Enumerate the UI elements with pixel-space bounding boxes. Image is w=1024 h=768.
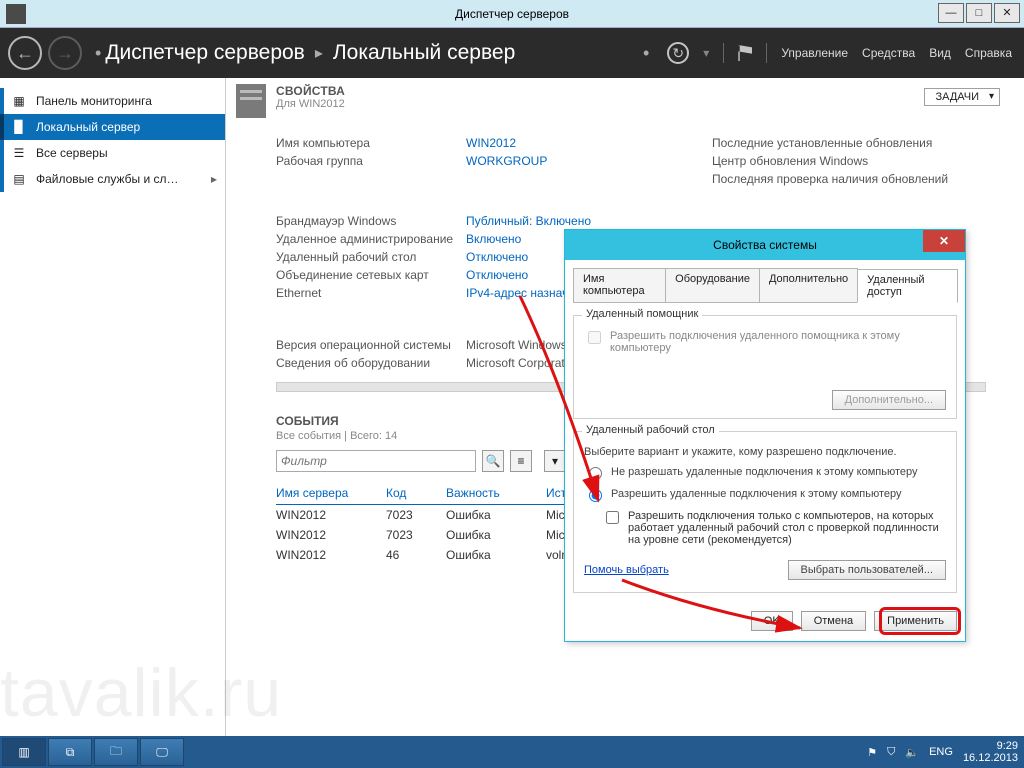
tab-computer-name[interactable]: Имя компьютера xyxy=(573,268,666,302)
breadcrumb-root[interactable]: Диспетчер серверов xyxy=(105,41,305,65)
col-server[interactable]: Имя сервера xyxy=(276,486,386,500)
taskbar-server-manager[interactable]: ▥ xyxy=(2,738,46,766)
dashboard-icon: ▦ xyxy=(12,94,26,108)
sidebar: ▦ Панель мониторинга ▉ Локальный сервер ☰ В… xyxy=(0,78,226,736)
sidebar-item-local-server[interactable]: ▉ Локальный сервер xyxy=(0,114,225,140)
window-titlebar: Диспетчер серверов — □ ✕ xyxy=(0,0,1024,28)
label-ethernet: Ethernet xyxy=(276,286,466,300)
group-remote-desktop: Удаленный рабочий стол Выберите вариант … xyxy=(573,431,957,593)
taskbar-powershell[interactable]: ⧉ xyxy=(48,738,92,766)
radio-rd-deny[interactable]: Не разрешать удаленные подключения к это… xyxy=(584,466,946,480)
label-remote-admin: Удаленное администрирование xyxy=(276,232,466,246)
props-heading: СВОЙСТВА xyxy=(276,84,345,98)
help-choose-link[interactable]: Помочь выбрать xyxy=(584,564,669,576)
tray-flag-icon[interactable]: ⚑ xyxy=(867,746,877,759)
menu-view[interactable]: Вид xyxy=(929,46,951,60)
label-os-version: Версия операционной системы xyxy=(276,338,466,352)
col-code[interactable]: Код xyxy=(386,486,446,500)
filter-search-button[interactable]: 🔍 xyxy=(482,450,504,472)
label-last-updates: Последние установленные обновления xyxy=(712,136,1022,150)
tab-hardware[interactable]: Оборудование xyxy=(665,268,760,302)
taskbar-explorer[interactable]: 🗀 xyxy=(94,738,138,766)
sidebar-item-label: Файловые службы и сл… xyxy=(36,172,179,186)
dialog-close-button[interactable]: ✕ xyxy=(923,230,965,252)
refresh-button[interactable]: ↻ xyxy=(667,42,689,64)
tray-clock[interactable]: 9:29 16.12.2013 xyxy=(963,740,1018,764)
link-computer-name[interactable]: WIN2012 xyxy=(466,136,686,150)
sidebar-item-all-servers[interactable]: ☰ Все серверы xyxy=(0,140,225,166)
menu-help[interactable]: Справка xyxy=(965,46,1012,60)
remote-assistance-advanced-button: Дополнительно... xyxy=(832,390,946,410)
checkbox-nla[interactable]: Разрешить подключения только с компьютер… xyxy=(602,510,946,546)
dialog-title: Свойства системы ✕ xyxy=(565,230,965,260)
close-button[interactable]: ✕ xyxy=(994,3,1020,23)
label-workgroup: Рабочая группа xyxy=(276,154,466,168)
radio-rd-allow[interactable]: Разрешить удаленные подключения к этому … xyxy=(584,488,946,502)
label-remote-desktop: Удаленный рабочий стол xyxy=(276,250,466,264)
app-icon xyxy=(6,4,26,24)
dialog-cancel-button[interactable]: Отмена xyxy=(801,611,866,631)
sidebar-item-label: Локальный сервер xyxy=(36,120,140,134)
flag-icon[interactable] xyxy=(738,45,752,61)
taskbar-app[interactable]: 🖵 xyxy=(140,738,184,766)
minimize-button[interactable]: — xyxy=(938,3,964,23)
system-properties-dialog: Свойства системы ✕ Имя компьютера Оборуд… xyxy=(564,229,966,642)
back-button[interactable]: ← xyxy=(8,36,42,70)
tray-sound-icon[interactable]: 🔈 xyxy=(905,746,919,759)
label-hw-info: Сведения об оборудовании xyxy=(276,356,466,370)
taskbar: ▥ ⧉ 🗀 🖵 ⚑ ⛉ 🔈 ENG 9:29 16.12.2013 xyxy=(0,736,1024,768)
server-icon: ▉ xyxy=(12,120,26,134)
select-users-button[interactable]: Выбрать пользователей... xyxy=(788,560,947,580)
sidebar-item-label: Панель мониторинга xyxy=(36,94,152,108)
window-title: Диспетчер серверов xyxy=(455,7,569,21)
sidebar-item-dashboard[interactable]: ▦ Панель мониторинга xyxy=(0,88,225,114)
servers-icon: ☰ xyxy=(12,146,26,160)
server-tile-icon xyxy=(236,84,266,118)
dialog-ok-button[interactable]: OK xyxy=(751,611,793,631)
sidebar-item-label: Все серверы xyxy=(36,146,108,160)
sidebar-item-file-services[interactable]: ▤Файловые службы и сл…▸ xyxy=(0,166,225,192)
checkbox-remote-assistance[interactable]: Разрешить подключения удаленного помощни… xyxy=(584,330,946,354)
col-severity[interactable]: Важность xyxy=(446,486,546,500)
breadcrumb-local[interactable]: Локальный сервер xyxy=(333,41,515,65)
tab-advanced[interactable]: Дополнительно xyxy=(759,268,858,302)
label-nic-teaming: Объединение сетевых карт xyxy=(276,268,466,282)
link-workgroup[interactable]: WORKGROUP xyxy=(466,154,686,168)
props-subtitle: Для WIN2012 xyxy=(276,98,345,110)
menu-tools[interactable]: Средства xyxy=(862,46,915,60)
group-caption: Удаленный помощник xyxy=(582,308,702,320)
menu-manage[interactable]: Управление xyxy=(781,46,848,60)
group-caption: Удаленный рабочий стол xyxy=(582,424,719,436)
filter-options-button[interactable]: ≡ xyxy=(510,450,532,472)
events-filter-input[interactable] xyxy=(276,450,476,472)
tasks-dropdown[interactable]: ЗАДАЧИ xyxy=(924,88,1000,106)
label-last-check: Последняя проверка наличия обновлений xyxy=(712,172,1022,186)
dialog-tabs: Имя компьютера Оборудование Дополнительн… xyxy=(573,268,957,303)
storage-icon: ▤ xyxy=(12,172,26,186)
remote-desktop-intro: Выберите вариант и укажите, кому разреше… xyxy=(584,446,946,458)
tray-lang[interactable]: ENG xyxy=(929,746,953,758)
tab-remote-access[interactable]: Удаленный доступ xyxy=(857,269,958,303)
forward-button[interactable]: → xyxy=(48,36,82,70)
label-firewall: Брандмауэр Windows xyxy=(276,214,466,228)
maximize-button[interactable]: □ xyxy=(966,3,992,23)
label-computer-name: Имя компьютера xyxy=(276,136,466,150)
label-update-center: Центр обновления Windows xyxy=(712,154,1022,168)
link-firewall[interactable]: Публичный: Включено xyxy=(466,214,686,228)
group-remote-assistance: Удаленный помощник Разрешить подключения… xyxy=(573,315,957,419)
tray-network-icon[interactable]: ⛉ xyxy=(887,746,895,759)
filter-tags-button[interactable]: ▾ xyxy=(544,450,566,472)
dialog-apply-button[interactable]: Применить xyxy=(874,611,957,631)
header-bar: ← → • Диспетчер серверов ▸ Локальный сер… xyxy=(0,28,1024,78)
